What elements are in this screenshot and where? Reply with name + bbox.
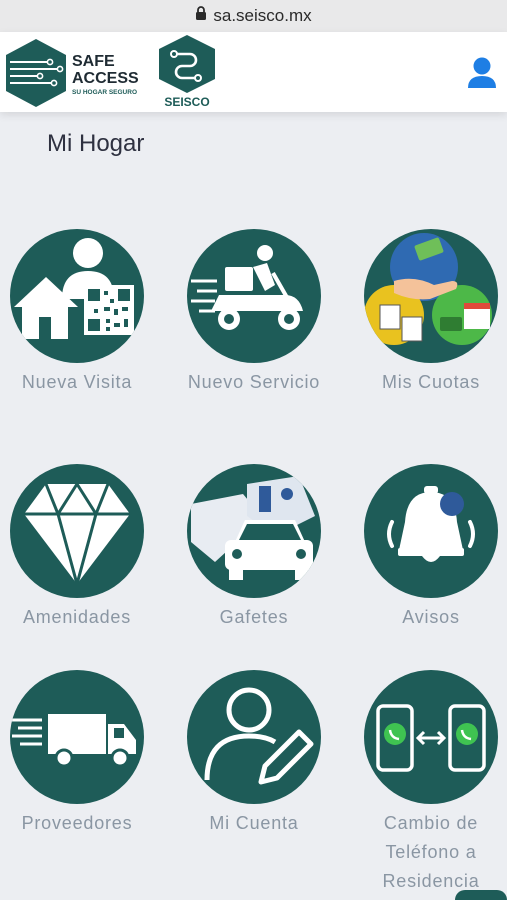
- tile-mis-cuotas[interactable]: Mis Cuotas: [351, 229, 507, 397]
- phone-swap-icon: [364, 670, 498, 804]
- tile-proveedores[interactable]: Proveedores: [0, 670, 157, 838]
- url-text: sa.seisco.mx: [213, 6, 312, 25]
- logo-safe-text: SAFE: [72, 53, 115, 70]
- tile-nueva-visita[interactable]: Nueva Visita: [0, 229, 157, 397]
- tile-avisos[interactable]: Avisos: [351, 464, 507, 632]
- tile-nuevo-servicio[interactable]: Nuevo Servicio: [174, 229, 334, 397]
- tile-label: Cambio de Teléfono a Residencia: [382, 813, 480, 891]
- tile-amenidades[interactable]: Amenidades: [0, 464, 157, 632]
- bell-icon: [364, 464, 498, 598]
- tile-label: Gafetes: [219, 607, 289, 627]
- tile-label: Mi Cuenta: [209, 813, 299, 833]
- tile-label: Proveedores: [21, 813, 133, 833]
- logo-access-text: ACCESS: [72, 70, 139, 87]
- app-header: SAFE ACCESS SU HOGAR SEGURO SEISCO: [0, 32, 507, 112]
- visitor-qr-icon: [10, 229, 144, 363]
- tile-gafetes[interactable]: Gafetes: [174, 464, 334, 632]
- safe-access-logo[interactable]: SAFE ACCESS SU HOGAR SEGURO: [4, 38, 154, 108]
- floating-button[interactable]: [455, 890, 507, 900]
- truck-icon: [10, 670, 144, 804]
- seisco-logo[interactable]: SEISCO: [156, 34, 218, 110]
- tile-mi-cuenta[interactable]: Mi Cuenta: [174, 670, 334, 838]
- browser-url-bar[interactable]: sa.seisco.mx: [0, 0, 507, 32]
- lock-icon: [195, 6, 207, 26]
- tile-label: Nueva Visita: [21, 372, 133, 392]
- tile-cambio-telefono[interactable]: Cambio de Teléfono a Residencia: [351, 670, 507, 896]
- logo-tagline-text: SU HOGAR SEGURO: [72, 89, 137, 96]
- logo-seisco-text: SEISCO: [164, 95, 209, 109]
- fees-payment-icon: [364, 229, 498, 363]
- delivery-scooter-icon: [187, 229, 321, 363]
- tile-label: Mis Cuotas: [381, 372, 481, 392]
- diamond-icon: [10, 464, 144, 598]
- badge-car-icon: [187, 464, 321, 598]
- edit-user-icon: [187, 670, 321, 804]
- page-title: Mi Hogar: [47, 130, 145, 157]
- tile-label: Nuevo Servicio: [187, 372, 321, 392]
- tile-label: Avisos: [402, 607, 460, 627]
- tile-label: Amenidades: [22, 607, 132, 627]
- user-icon[interactable]: [466, 56, 498, 90]
